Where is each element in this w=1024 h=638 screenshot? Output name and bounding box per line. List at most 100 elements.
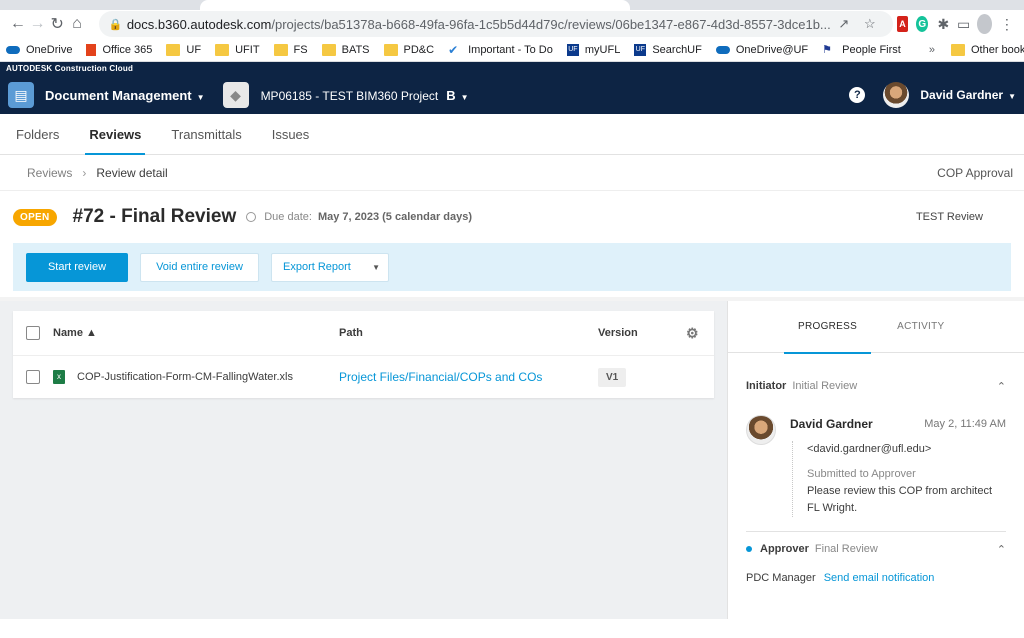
chevron-down-icon: ▼ [1008,92,1016,101]
folder-icon [273,43,288,56]
due-date-value: May 7, 2023 (5 calendar days) [317,211,473,223]
approver-assignee: PDC Manager Send email notification [728,572,1024,584]
chevron-up-icon[interactable]: ⌃ [997,543,1006,556]
bookmark-other[interactable]: Other bookmarks [950,43,1024,56]
url-text: docs.b360.autodesk.com/projects/ba51378a… [126,16,831,32]
tab-activity[interactable]: ACTIVITY [897,301,944,353]
share-icon[interactable]: ↗ [831,16,857,32]
clock-icon [246,212,257,222]
column-version-header: Version [598,327,638,339]
column-path-header: Path [339,327,363,339]
lock-icon: 🔒 [108,18,123,31]
folder-icon [166,43,181,56]
star-icon[interactable]: ☆ [857,16,883,32]
action-bar: Start review Void entire review Export R… [13,243,1011,291]
project-switcher[interactable]: MP06185 - TEST BIM360 Project B ▼ [261,88,469,103]
extensions-icon[interactable]: ✱ [934,13,952,35]
address-bar[interactable]: 🔒 docs.b360.autodesk.com/projects/ba5137… [98,11,893,37]
activity-timeline: <david.gardner@ufl.edu> Submitted to App… [792,441,1006,517]
initiator-timestamp: May 2, 11:49 AM [924,418,1006,430]
address-row: ← → ↻ ⌂ 🔒 docs.b360.autodesk.com/project… [0,10,1024,38]
app-header: ▤ Document Management ▼ ◆ MP06185 - TEST … [0,76,1024,114]
initiator-entry: David Gardner May 2, 11:49 AM <david.gar… [728,415,1024,517]
initiator-email: <david.gardner@ufl.edu> [807,443,932,455]
approver-step-name: Final Review [814,543,878,555]
breadcrumb-reviews[interactable]: Reviews [27,166,72,180]
breadcrumb: Reviews › Review detail COP Approval [0,155,1024,191]
review-title-row: OPEN #72 - Final Review Due date: May 7,… [0,191,1024,243]
initiator-step-header[interactable]: Initiator Initial Review ⌃ [728,375,1024,397]
chrome-menu-icon[interactable]: ⋮ [998,13,1016,35]
folder-icon [383,43,398,56]
table-row[interactable]: x COP-Justification-Form-CM-FallingWater.… [13,356,714,398]
tab-reviews[interactable]: Reviews [85,114,146,155]
active-tab[interactable] [200,0,630,10]
user-menu[interactable]: David Gardner ▼ [920,88,1016,102]
bookmark-onedrive-uf[interactable]: OneDrive@UF [715,44,808,56]
bookmark-myufl[interactable]: UF myUFL [566,43,620,56]
todo-check-icon: ✔ [448,42,459,57]
bookmark-pdc[interactable]: PD&C [383,43,434,56]
bookmarks-bar: OneDrive Office 365 UF UFIT FS BATS PD&C… [0,38,1024,62]
home-icon[interactable]: ⌂ [67,11,87,37]
void-review-button[interactable]: Void entire review [140,252,259,282]
avatar [746,415,776,445]
current-step-indicator [746,546,752,552]
office-icon [86,43,97,56]
select-all-checkbox[interactable] [26,326,40,340]
bookmark-important[interactable]: ✔ Important - To Do [448,44,553,56]
reload-icon[interactable]: ↻ [47,11,67,37]
forward-icon[interactable]: → [28,11,48,37]
bookmark-ufit[interactable]: UFIT [215,43,260,56]
excel-file-icon: x [53,370,65,384]
export-report-button[interactable]: Export Report ▼ [271,252,389,282]
chevron-right-icon: › [82,165,87,180]
onedrive-icon [6,45,20,54]
bookmark-searchuf[interactable]: UF SearchUF [634,43,702,56]
file-table: Name ▲ Path Version ⚙ x COP-Justification… [13,311,714,398]
module-switcher[interactable]: Document Management ▼ [45,88,205,103]
gear-icon[interactable]: ⚙ [686,326,700,340]
adobe-extension-icon[interactable]: A [896,16,909,32]
approver-step-header[interactable]: Approver Final Review ⌃ [728,538,1024,560]
row-checkbox[interactable] [26,370,40,384]
column-name-header[interactable]: Name ▲ [53,327,339,339]
sort-asc-icon: ▲ [86,327,97,339]
bookmark-uf[interactable]: UF [166,43,201,56]
initiator-name: David Gardner [790,417,873,431]
bookmark-onedrive[interactable]: OneDrive [6,44,72,56]
help-icon[interactable]: ? [849,87,866,103]
tab-progress[interactable]: PROGRESS [783,301,872,354]
grammarly-extension-icon[interactable]: G [916,16,929,32]
version-chip[interactable]: V1 [598,367,627,387]
start-review-button[interactable]: Start review [26,252,128,282]
chevron-up-icon[interactable]: ⌃ [997,380,1006,393]
initiator-step-name: Initial Review [792,380,858,392]
review-type: TEST Review [915,211,983,223]
file-name-cell[interactable]: x COP-Justification-Form-CM-FallingWater.… [53,370,339,384]
bookmark-bats[interactable]: BATS [321,43,370,56]
document-management-icon[interactable]: ▤ [8,82,34,108]
initiator-label: Initiator [746,380,787,392]
workflow-name: COP Approval [937,165,1013,180]
bookmarks-overflow[interactable]: » [929,44,935,56]
status-badge: OPEN [13,208,57,226]
back-icon[interactable]: ← [8,11,28,37]
chevron-down-icon[interactable]: ▼ [372,263,380,272]
avatar[interactable] [883,82,910,108]
bookmark-fs[interactable]: FS [273,43,308,56]
file-path-link[interactable]: Project Files/Financial/COPs and COs [339,370,598,384]
progress-panel: PROGRESS ACTIVITY Initiator Initial Revi… [727,301,1024,619]
tab-folders[interactable]: Folders [16,114,59,154]
tab-issues[interactable]: Issues [272,114,310,154]
profile-icon[interactable] [976,14,992,34]
tab-transmittals[interactable]: Transmittals [171,114,241,154]
bookmark-people-first[interactable]: ⚑ People First [822,44,901,56]
table-header: Name ▲ Path Version ⚙ [13,311,714,356]
side-panel-icon[interactable]: ▭ [954,13,972,35]
send-email-link[interactable]: Send email notification [824,572,935,584]
page-title: #72 - Final Review [72,206,237,227]
review-comment: Please review this COP from architect FL… [807,485,993,514]
browser-tabstrip [0,0,1024,10]
bookmark-office365[interactable]: Office 365 [86,43,152,56]
